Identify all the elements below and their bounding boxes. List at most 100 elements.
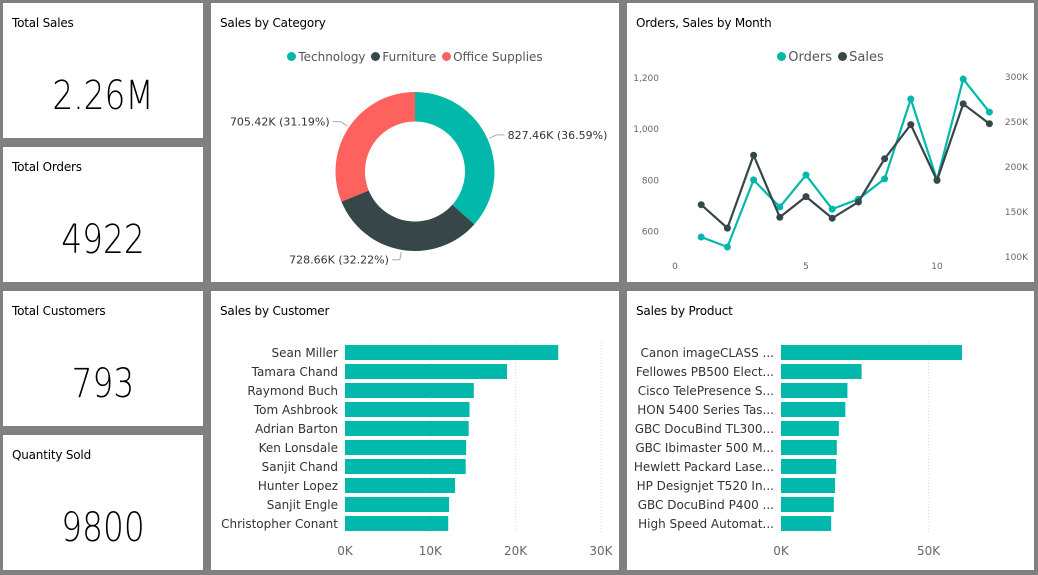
data-point-orders bbox=[750, 176, 758, 184]
bar bbox=[781, 497, 834, 512]
data-point-sales bbox=[933, 176, 941, 184]
data-point-orders bbox=[985, 108, 993, 116]
data-point-orders bbox=[697, 233, 705, 241]
data-point-orders bbox=[881, 175, 889, 183]
bar bbox=[345, 440, 467, 455]
x-tick-label: 5 bbox=[803, 262, 809, 272]
kpi-value: 2.26M bbox=[52, 73, 154, 119]
kpi-card-total-customers[interactable]: Total Customers 793 bbox=[3, 291, 203, 426]
data-point-sales bbox=[881, 155, 889, 163]
bar bbox=[781, 440, 837, 455]
category-label: Adrian Barton bbox=[255, 422, 338, 436]
data-point-orders bbox=[802, 171, 810, 179]
category-label: Canon imageCLASS ... bbox=[640, 346, 774, 360]
leader-line bbox=[489, 134, 505, 139]
bar bbox=[781, 459, 837, 474]
bar bbox=[345, 421, 469, 436]
data-point-orders bbox=[907, 95, 915, 103]
category-label: GBC DocuBind P400 ... bbox=[638, 498, 774, 512]
sales-by-product-card[interactable]: Sales by Product 0K 50K Canon imageCLASS .… bbox=[627, 291, 1034, 570]
category-label: Hewlett Packard Lase... bbox=[634, 460, 774, 474]
kpi-title: Total Sales bbox=[12, 16, 74, 30]
data-point-sales bbox=[828, 214, 836, 222]
bar bbox=[345, 364, 508, 379]
y-right-tick-label: 100K bbox=[1005, 253, 1029, 263]
category-label: Christopher Conant bbox=[221, 517, 338, 531]
donut-slice-technology bbox=[415, 92, 495, 225]
x-tick-label: 10 bbox=[931, 262, 943, 272]
donut-slice-furniture bbox=[341, 190, 475, 251]
bar bbox=[781, 478, 836, 493]
bar bbox=[781, 345, 962, 360]
bar bbox=[345, 459, 466, 474]
kpi-title: Total Customers bbox=[12, 304, 106, 318]
bar bbox=[781, 383, 848, 398]
data-label: 827.46K (36.59%) bbox=[508, 129, 608, 142]
kpi-title: Quantity Sold bbox=[12, 448, 91, 462]
bar bbox=[345, 516, 449, 531]
x-tick-label: 30K bbox=[589, 544, 613, 558]
y-right-tick-label: 250K bbox=[1005, 118, 1029, 128]
bar bbox=[345, 402, 470, 417]
product-bar-chart: 0K 50K Canon imageCLASS ... Fellowes PB500 … bbox=[634, 342, 962, 558]
data-point-sales bbox=[776, 213, 784, 221]
category-label: HON 5400 Series Tas... bbox=[637, 403, 774, 417]
category-label: Tom Ashbrook bbox=[253, 403, 338, 417]
bar bbox=[781, 516, 832, 531]
data-point-sales bbox=[802, 193, 810, 201]
series-line-orders bbox=[700, 76, 991, 249]
line-chart: 600 800 1,000 1,200 100K 150K 200K 250K 300K 0 5 10 bbox=[633, 73, 1029, 272]
bar bbox=[345, 345, 559, 360]
category-label: HP Designjet T520 In... bbox=[637, 479, 774, 493]
y-left-tick-label: 800 bbox=[642, 176, 659, 186]
x-tick-label: 50K bbox=[917, 544, 941, 558]
sales-by-category-card[interactable]: Sales by Category Technology Furniture O… bbox=[211, 3, 619, 282]
sales-by-customer-card[interactable]: Sales by Customer 0K 10K 20K 30K Sean Miller… bbox=[211, 291, 619, 570]
kpi-card-quantity-sold[interactable]: Quantity Sold 9800 bbox=[3, 435, 203, 570]
category-label: Cisco TelePresence S... bbox=[638, 384, 774, 398]
donut-slice-office-supplies bbox=[335, 92, 415, 202]
data-point-orders bbox=[723, 243, 731, 251]
y-left-tick-label: 1,000 bbox=[633, 125, 659, 135]
bar bbox=[345, 497, 450, 512]
data-point-sales bbox=[985, 120, 993, 128]
leader-line bbox=[391, 251, 402, 261]
category-label: Tamara Chand bbox=[251, 365, 338, 379]
kpi-card-total-orders[interactable]: Total Orders 4922 bbox=[3, 147, 203, 282]
y-right-tick-label: 200K bbox=[1005, 163, 1029, 173]
category-label: Ken Lonsdale bbox=[259, 441, 338, 455]
bar bbox=[781, 421, 839, 436]
category-label: High Speed Automat... bbox=[638, 517, 774, 531]
leader-line bbox=[332, 121, 348, 127]
category-label: Raymond Buch bbox=[247, 384, 338, 398]
customer-bar-chart: 0K 10K 20K 30K Sean Miller Tamara Chand Raymon… bbox=[221, 342, 614, 558]
kpi-title: Total Orders bbox=[12, 160, 82, 174]
category-label: GBC Ibimaster 500 M... bbox=[635, 441, 774, 455]
data-label: 728.66K (32.22%) bbox=[289, 254, 389, 267]
orders-sales-by-month-card[interactable]: Orders, Sales by Month Orders Sales 600 8… bbox=[627, 3, 1034, 282]
bar bbox=[781, 364, 862, 379]
y-left-tick-label: 1,200 bbox=[633, 74, 659, 84]
x-tick-label: 0K bbox=[773, 544, 790, 558]
kpi-value: 9800 bbox=[61, 505, 145, 551]
bar bbox=[345, 478, 456, 493]
x-tick-label: 0 bbox=[672, 262, 678, 272]
data-point-sales bbox=[907, 121, 915, 129]
category-label: Hunter Lopez bbox=[258, 479, 338, 493]
category-label: Sean Miller bbox=[272, 346, 339, 360]
category-label: Sanjit Chand bbox=[262, 460, 338, 474]
x-tick-label: 20K bbox=[504, 544, 528, 558]
category-label: Fellowes PB500 Elect... bbox=[636, 365, 774, 379]
bar bbox=[345, 383, 474, 398]
data-point-sales bbox=[959, 100, 967, 108]
kpi-card-total-sales[interactable]: Total Sales 2.26M bbox=[3, 3, 203, 138]
data-point-orders bbox=[828, 205, 836, 213]
x-tick-label: 0K bbox=[337, 544, 354, 558]
category-label: Sanjit Engle bbox=[267, 498, 338, 512]
y-right-tick-label: 300K bbox=[1005, 73, 1029, 83]
data-point-sales bbox=[723, 224, 731, 232]
category-label: GBC DocuBind TL300... bbox=[635, 422, 774, 436]
data-point-orders bbox=[959, 75, 967, 83]
data-point-sales bbox=[854, 198, 862, 206]
y-right-tick-label: 150K bbox=[1005, 208, 1029, 218]
